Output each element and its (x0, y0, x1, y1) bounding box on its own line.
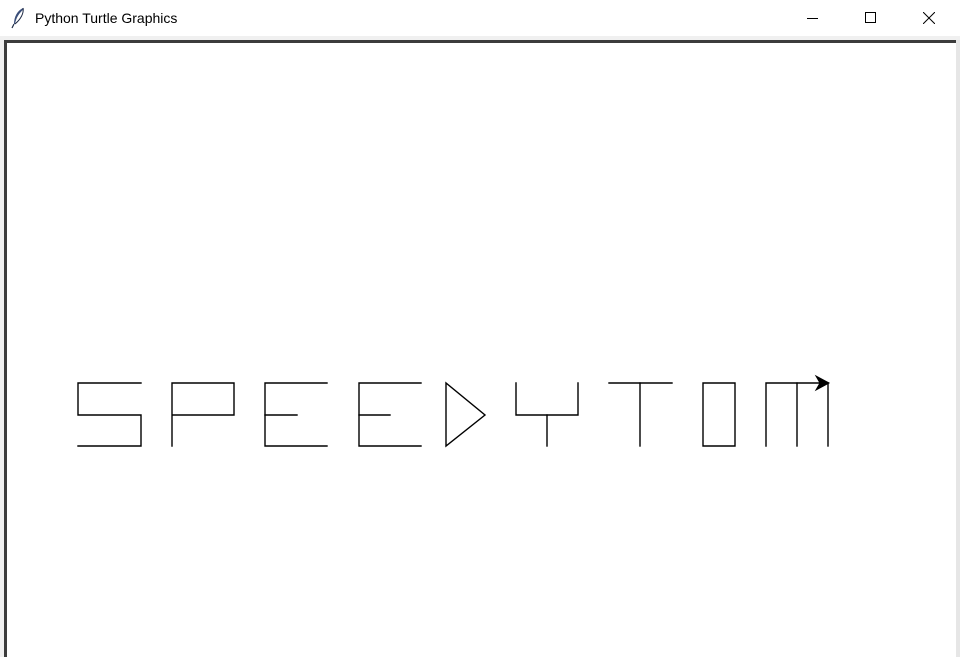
letter-m (765, 382, 829, 447)
letter-s (77, 382, 142, 447)
letter-p (171, 382, 235, 447)
letter-e-2 (358, 382, 422, 447)
letter-e-1 (264, 382, 328, 447)
letter-o (702, 382, 736, 447)
turtle-window: Python Turtle Graphics (0, 0, 960, 657)
letter-t (608, 382, 673, 447)
letter-d (445, 381, 487, 448)
letter-y (515, 382, 579, 447)
turtle-drawing (77, 374, 831, 448)
